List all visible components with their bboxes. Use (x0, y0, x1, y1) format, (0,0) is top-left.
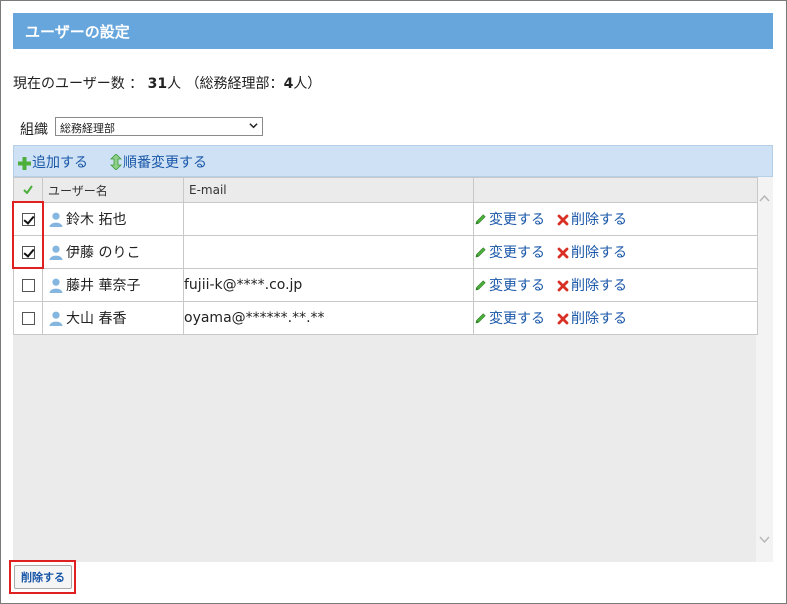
user-icon (49, 311, 63, 326)
page-title: ユーザーの設定 (25, 23, 130, 41)
delete-user-link[interactable]: 削除する (557, 245, 627, 261)
row-checkbox[interactable] (21, 311, 35, 325)
username-cell: 藤井 華奈子 (42, 268, 184, 302)
user-table: ユーザー名 E-mail 鈴木 拓也 変更する 削除する 伊藤 のりこ 変更する削… (13, 177, 758, 335)
dept-count-value: 4 (283, 76, 294, 92)
delete-user-label: 削除する (571, 311, 627, 327)
table-header-row: ユーザー名 E-mail (13, 177, 758, 203)
username-link[interactable]: 大山 春香 (66, 308, 126, 328)
delete-user-label: 削除する (571, 245, 627, 261)
pencil-icon (475, 214, 486, 225)
edit-user-link[interactable]: 変更する (474, 311, 545, 327)
org-label: 組織 (20, 122, 48, 138)
user-count-prefix: 現在のユーザー数 ： (13, 76, 148, 92)
actions-cell: 変更する 削除する (473, 268, 758, 302)
delete-x-icon (557, 247, 569, 259)
reorder-button[interactable]: 順番変更する (110, 152, 207, 172)
user-count-unit: 人 (167, 76, 182, 92)
add-user-button[interactable]: 追加する (18, 152, 88, 172)
edit-user-label: 変更する (489, 212, 545, 228)
actions-cell: 変更する 削除する (473, 202, 758, 236)
delete-user-label: 削除する (571, 212, 627, 228)
delete-user-label: 削除する (571, 278, 627, 294)
actions-cell: 変更する 削除する (473, 301, 758, 335)
table-row: 鈴木 拓也 変更する 削除する (13, 202, 758, 236)
delete-x-icon (557, 214, 569, 226)
page-header: ユーザーの設定 (13, 13, 773, 49)
scroll-up-icon[interactable] (759, 193, 770, 204)
user-count-total: 31 (147, 76, 168, 92)
email-cell: fujii-k@****.co.jp (183, 268, 474, 302)
vertical-scrollbar[interactable] (756, 177, 773, 562)
username-cell: 伊藤 のりこ (42, 235, 184, 269)
username-link[interactable]: 鈴木 拓也 (66, 209, 126, 229)
org-select[interactable]: 総務経理部 (55, 117, 263, 136)
reorder-label: 順番変更する (123, 155, 207, 171)
scroll-down-icon[interactable] (759, 534, 770, 545)
dept-count-close: 人） (293, 76, 322, 92)
row-checkbox[interactable] (21, 245, 35, 259)
edit-user-link[interactable]: 変更する (474, 245, 545, 261)
row-checkbox[interactable] (21, 212, 35, 226)
delete-user-link[interactable]: 削除する (557, 311, 627, 327)
pencil-icon (475, 280, 486, 291)
add-user-label: 追加する (32, 155, 88, 171)
column-header-actions (473, 177, 758, 203)
reorder-arrows-icon (110, 153, 122, 171)
row-checkbox-cell (13, 301, 43, 335)
dept-count-label: （総務経理部： (181, 76, 284, 92)
actions-cell: 変更する 削除する (473, 235, 758, 269)
plus-icon (18, 157, 31, 170)
table-row: 藤井 華奈子 fujii-k@****.co.jp 変更する 削除する (13, 268, 758, 302)
username-cell: 大山 春香 (42, 301, 184, 335)
edit-user-link[interactable]: 変更する (474, 212, 545, 228)
column-header-email: E-mail (183, 177, 474, 203)
chevron-down-icon (249, 123, 258, 129)
select-all-header[interactable] (13, 177, 43, 203)
row-checkbox-cell (13, 235, 43, 269)
user-count-summary: 現在のユーザー数 ： 31人 （総務経理部：4人） (13, 73, 321, 93)
org-select-value: 総務経理部 (60, 122, 115, 135)
username-link[interactable]: 藤井 華奈子 (66, 275, 140, 295)
username-cell: 鈴木 拓也 (42, 202, 184, 236)
user-icon (49, 278, 63, 293)
row-checkbox[interactable] (21, 278, 35, 292)
user-icon (49, 212, 63, 227)
table-row: 伊藤 のりこ 変更する 削除する (13, 235, 758, 269)
email-cell: oyama@******.**.** (183, 301, 474, 335)
email-cell (183, 202, 474, 236)
column-header-username: ユーザー名 (42, 177, 184, 203)
bulk-delete-button[interactable]: 削除する (14, 565, 72, 589)
action-toolbar: 追加する 順番変更する (13, 145, 773, 177)
table-row: 大山 春香 oyama@******.**.** 変更する 削除する (13, 301, 758, 335)
pencil-icon (475, 313, 486, 324)
delete-user-link[interactable]: 削除する (557, 278, 627, 294)
email-cell (183, 235, 474, 269)
username-link[interactable]: 伊藤 のりこ (66, 242, 140, 262)
edit-user-label: 変更する (489, 245, 545, 261)
check-mark-icon (23, 185, 33, 195)
delete-x-icon (557, 280, 569, 292)
delete-x-icon (557, 313, 569, 325)
user-icon (49, 245, 63, 260)
edit-user-link[interactable]: 変更する (474, 278, 545, 294)
edit-user-label: 変更する (489, 278, 545, 294)
edit-user-label: 変更する (489, 311, 545, 327)
pencil-icon (475, 247, 486, 258)
delete-user-link[interactable]: 削除する (557, 212, 627, 228)
row-checkbox-cell (13, 202, 43, 236)
row-checkbox-cell (13, 268, 43, 302)
